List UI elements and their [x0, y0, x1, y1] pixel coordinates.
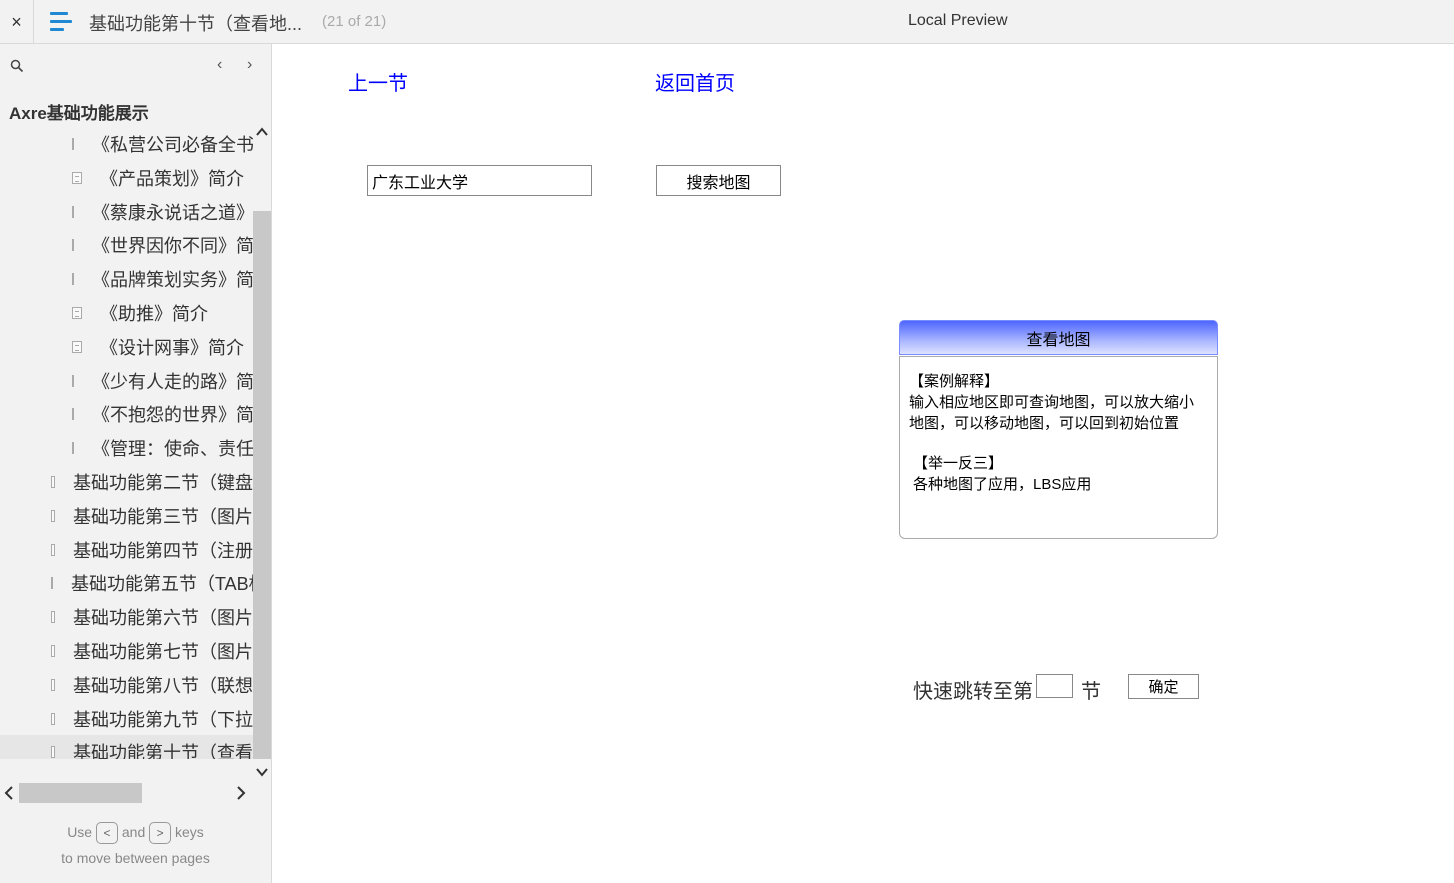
- tree-item[interactable]: 基础功能第五节（TAB标: [0, 566, 253, 600]
- tree-item[interactable]: 《私营公司必备全书》: [0, 127, 253, 161]
- info-panel: 【案例解释】 输入相应地区即可查询地图，可以放大缩小地图，可以移动地图，可以回到…: [899, 356, 1218, 539]
- tree-item[interactable]: 《助推》简介: [0, 296, 253, 330]
- page-icon: [51, 611, 55, 624]
- horizontal-scroll-thumb[interactable]: [19, 783, 142, 803]
- extend-title: 【举一反三】: [913, 455, 1004, 472]
- chevron-right-icon[interactable]: [236, 786, 246, 800]
- page-icon: [72, 205, 74, 218]
- page-icon: [51, 509, 55, 522]
- page-icon: [72, 273, 74, 286]
- sidebar: ‹ › Axre基础功能展示 《私营公司必备全书》《产品策划》简介《蔡康永说话之…: [0, 44, 272, 883]
- preview-label: Local Preview: [908, 12, 1008, 29]
- page-icon: [72, 239, 74, 252]
- chevron-left-icon[interactable]: ‹: [217, 56, 222, 74]
- page-icon: [51, 712, 55, 725]
- tree-item-label: 基础功能第七节（图片: [73, 642, 253, 662]
- tree-item[interactable]: 《管理：使命、责任: [0, 431, 253, 465]
- tree-item[interactable]: 《品牌策划实务》简介: [0, 262, 253, 296]
- tree-item[interactable]: 《设计网事》简介: [0, 330, 253, 364]
- vertical-scrollbar[interactable]: [253, 127, 271, 777]
- tree-item-label: 基础功能第八节（联想: [73, 675, 253, 696]
- tree-item-label: 基础功能第十节（查看: [73, 743, 253, 759]
- chevron-right-icon[interactable]: ›: [247, 56, 252, 74]
- chevron-up-icon[interactable]: [256, 127, 268, 137]
- page-icon: [51, 746, 55, 759]
- hint-and: and: [121, 824, 146, 840]
- jump-unit-label: 节: [1081, 681, 1101, 703]
- tree-item-label: 《蔡康永说话之道》: [92, 202, 253, 223]
- tree-root-label[interactable]: Axre基础功能展示: [9, 99, 149, 124]
- tree-item[interactable]: 《蔡康永说话之道》: [0, 195, 253, 229]
- tree-item[interactable]: 《不抱怨的世界》简介: [0, 397, 253, 431]
- tree-item-label: 《设计网事》简介: [100, 337, 244, 358]
- tree-item[interactable]: 基础功能第三节（图片: [0, 499, 253, 533]
- tree-item-label: 《助推》简介: [100, 304, 208, 324]
- case-text: 输入相应地区即可查询地图，可以放大缩小地图，可以移动地图，可以回到初始位置: [909, 394, 1195, 432]
- home-link[interactable]: 返回首页: [655, 67, 735, 96]
- hint-line2: to move between pages: [61, 850, 210, 866]
- case-title: 【案例解释】: [909, 373, 1000, 390]
- hint-use: Use: [67, 824, 93, 840]
- chevron-left-icon[interactable]: [4, 786, 14, 800]
- search-input[interactable]: [367, 165, 592, 196]
- page-icon: [51, 543, 55, 556]
- vertical-scroll-thumb[interactable]: [253, 211, 271, 759]
- tree-item[interactable]: 《世界因你不同》简介: [0, 228, 253, 262]
- tree-item-label: 《管理：使命、责任: [92, 439, 253, 460]
- tree-item-label: 《不抱怨的世界》简介: [92, 405, 253, 426]
- chevron-down-icon[interactable]: [256, 767, 268, 777]
- tree-item[interactable]: 基础功能第六节（图片: [0, 600, 253, 634]
- tree-item[interactable]: 基础功能第八节（联想: [0, 668, 253, 702]
- tree-item[interactable]: 基础功能第四节（注册: [0, 533, 253, 567]
- tree-item-label: 基础功能第九节（下拉: [73, 709, 253, 730]
- close-icon[interactable]: ×: [0, 0, 34, 44]
- page-icon: [51, 645, 55, 657]
- tree-item[interactable]: 基础功能第二节（键盘: [0, 465, 253, 499]
- tree-item-label: 《少有人走的路》简介: [92, 371, 253, 392]
- tree-item-label: 《世界因你不同》简介: [92, 236, 253, 257]
- tree-item-label: 基础功能第四节（注册: [73, 540, 253, 561]
- horizontal-scrollbar[interactable]: [0, 781, 253, 803]
- key-next-icon: >: [149, 822, 172, 845]
- hint-keys: keys: [175, 824, 204, 840]
- sidebar-search-row: ‹ ›: [0, 44, 271, 88]
- top-bar: × 基础功能第十节（查看地... (21 of 21) Local Previe…: [0, 0, 1454, 44]
- menu-icon[interactable]: [50, 12, 72, 32]
- tree-item[interactable]: 《产品策划》简介: [0, 161, 253, 195]
- page-icon: [51, 678, 55, 691]
- key-prev-icon: <: [95, 822, 118, 845]
- page-tree: 《私营公司必备全书》《产品策划》简介《蔡康永说话之道》《世界因你不同》简介《品牌…: [0, 127, 253, 759]
- search-map-button[interactable]: 搜索地图: [656, 165, 781, 196]
- tree-item[interactable]: 基础功能第九节（下拉: [0, 702, 253, 736]
- page-icon: [72, 442, 74, 455]
- tree-item-label: 《品牌策划实务》简介: [92, 270, 253, 291]
- page-title: 基础功能第十节（查看地...: [89, 14, 303, 34]
- keyboard-hint: Use < and > keys to move between pages: [0, 819, 271, 871]
- tree-item-label: 基础功能第二节（键盘: [73, 473, 253, 493]
- page-icon: [72, 138, 74, 150]
- search-icon[interactable]: [10, 59, 24, 73]
- tree-item-label: 《产品策划》简介: [100, 168, 244, 189]
- tree-item-label: 基础功能第五节（TAB标: [71, 574, 253, 595]
- page-icon: [72, 307, 82, 319]
- jump-label: 快速跳转至第: [913, 681, 1033, 703]
- page-icon: [51, 476, 55, 488]
- page-icon: [72, 171, 82, 184]
- extend-text: 各种地图了应用，LBS应用: [913, 476, 1092, 493]
- tree-item-label: 基础功能第六节（图片: [73, 608, 253, 629]
- page-icon: [72, 340, 82, 353]
- page-icon: [72, 408, 74, 421]
- tree-item-label: 基础功能第三节（图片: [73, 506, 253, 527]
- prev-section-link[interactable]: 上一节: [348, 67, 408, 96]
- page-count: (21 of 21): [322, 13, 387, 30]
- view-map-button[interactable]: 查看地图: [899, 320, 1218, 355]
- tree-item[interactable]: 基础功能第七节（图片: [0, 634, 253, 668]
- confirm-button[interactable]: 确定: [1128, 674, 1199, 699]
- page-icon: [51, 577, 53, 590]
- tree-item[interactable]: 基础功能第十节（查看: [0, 735, 253, 759]
- page-icon: [72, 374, 74, 387]
- tree-item-label: 《私营公司必备全书》: [92, 135, 253, 155]
- jump-page-input[interactable]: [1036, 674, 1073, 698]
- tree-item[interactable]: 《少有人走的路》简介: [0, 364, 253, 398]
